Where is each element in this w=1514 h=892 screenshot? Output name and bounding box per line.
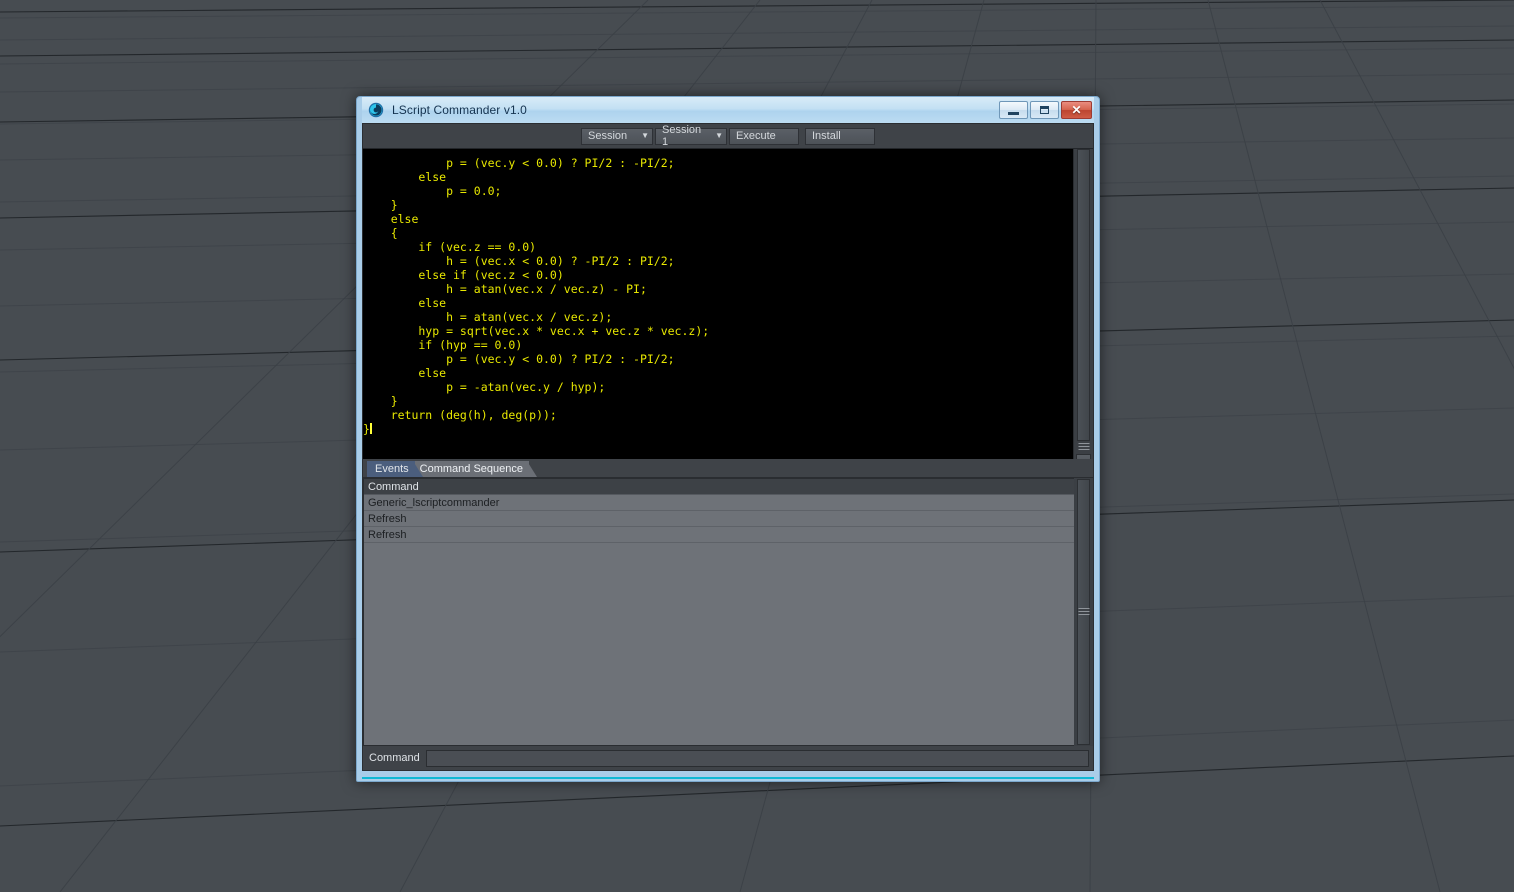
code-line: h = (vec.x < 0.0) ? -PI/2 : PI/2; — [363, 254, 675, 268]
code-line: if (vec.z == 0.0) — [363, 240, 537, 254]
tab-slant-edge — [412, 461, 423, 477]
events-table-body: Generic_lscriptcommander Refresh Refresh — [364, 495, 1074, 543]
command-input[interactable] — [425, 749, 1089, 767]
code-line: p = (vec.y < 0.0) ? PI/2 : -PI/2; — [363, 156, 675, 170]
code-line: else — [363, 212, 419, 226]
editor-scrollbar-thumb[interactable] — [1077, 149, 1090, 441]
table-row[interactable]: Refresh — [364, 511, 1074, 527]
tab-events-label: Events — [375, 463, 409, 475]
lscript-commander-window: LScript Commander v1.0 ✕ Session ▼ Sessi… — [356, 96, 1100, 782]
code-line: else — [363, 170, 447, 184]
code-line: } — [363, 422, 372, 436]
code-line: } — [363, 198, 398, 212]
script-editor: p = (vec.y < 0.0) ? PI/2 : -PI/2; else p… — [363, 148, 1093, 469]
session-number-label: Session 1 — [662, 124, 702, 148]
command-bar: Command — [363, 746, 1093, 770]
code-line: h = atan(vec.x / vec.z) - PI; — [363, 282, 647, 296]
window-title: LScript Commander v1.0 — [392, 103, 527, 117]
code-line: return (deg(h), deg(p)); — [363, 408, 557, 422]
events-vertical-scrollbar[interactable] — [1074, 478, 1093, 746]
code-line: } — [363, 394, 398, 408]
window-controls: ✕ — [999, 101, 1094, 119]
minimize-icon — [1008, 111, 1019, 115]
execute-button[interactable]: Execute — [729, 127, 799, 145]
tab-events[interactable]: Events — [367, 461, 423, 477]
maximize-icon — [1040, 106, 1049, 114]
editor-scrollbar-grip[interactable] — [1078, 443, 1089, 450]
events-table-header[interactable]: Command — [364, 479, 1074, 495]
table-row[interactable]: Refresh — [364, 527, 1074, 543]
code-line: else — [363, 366, 447, 380]
table-row[interactable]: Generic_lscriptcommander — [364, 495, 1074, 511]
table-cell-command: Refresh — [368, 528, 407, 541]
code-line: h = atan(vec.x / vec.z); — [363, 310, 613, 324]
code-line: hyp = sqrt(vec.x * vec.x + vec.z * vec.z… — [363, 324, 710, 338]
code-line: else if (vec.z < 0.0) — [363, 268, 564, 282]
events-scrollbar-grip[interactable] — [1078, 608, 1089, 615]
swirl-app-icon — [368, 102, 384, 118]
chevron-down-icon: ▼ — [641, 131, 650, 140]
window-client-area: Session ▼ Session 1 ▼ Execute Install p … — [362, 123, 1094, 771]
minimize-button[interactable] — [999, 101, 1028, 119]
table-cell-command: Refresh — [368, 512, 407, 525]
script-editor-text[interactable]: p = (vec.y < 0.0) ? PI/2 : -PI/2; else p… — [363, 149, 1073, 459]
maximize-button[interactable] — [1030, 101, 1059, 119]
events-panel: Command Generic_lscriptcommander Refresh R… — [363, 477, 1093, 746]
column-header-command: Command — [368, 480, 419, 493]
code-line: p = (vec.y < 0.0) ? PI/2 : -PI/2; — [363, 352, 675, 366]
tab-command-sequence-label: Command Sequence — [419, 463, 523, 475]
install-button[interactable]: Install — [805, 127, 875, 145]
code-line: else — [363, 296, 447, 310]
window-titlebar[interactable]: LScript Commander v1.0 ✕ — [362, 97, 1094, 123]
code-line: if (hyp == 0.0) — [363, 338, 523, 352]
session-number-dropdown[interactable]: Session 1 ▼ — [655, 124, 727, 148]
execute-button-label: Execute — [736, 130, 776, 142]
tab-slant-edge — [526, 461, 537, 477]
chevron-down-icon: ▼ — [715, 131, 724, 140]
code-line: { — [363, 226, 398, 240]
code-line: p = -atan(vec.y / hyp); — [363, 380, 606, 394]
code-line: p = 0.0; — [363, 184, 502, 198]
editor-vertical-scrollbar[interactable]: ⌄ — [1073, 149, 1093, 469]
table-cell-command: Generic_lscriptcommander — [368, 496, 500, 509]
toolbar: Session ▼ Session 1 ▼ Execute Install — [363, 124, 1093, 148]
session-dropdown[interactable]: Session ▼ — [581, 127, 653, 145]
events-table: Command Generic_lscriptcommander Refresh R… — [363, 478, 1074, 746]
close-button[interactable]: ✕ — [1061, 101, 1092, 119]
command-input-label: Command — [369, 752, 420, 764]
events-table-empty-space — [364, 543, 1074, 745]
tab-bar: Events Command Sequence — [363, 459, 1093, 477]
close-icon: ✕ — [1071, 103, 1082, 117]
text-caret — [369, 423, 372, 434]
install-button-label: Install — [812, 130, 841, 142]
session-dropdown-label: Session — [588, 130, 628, 142]
tab-command-sequence[interactable]: Command Sequence — [411, 461, 537, 477]
